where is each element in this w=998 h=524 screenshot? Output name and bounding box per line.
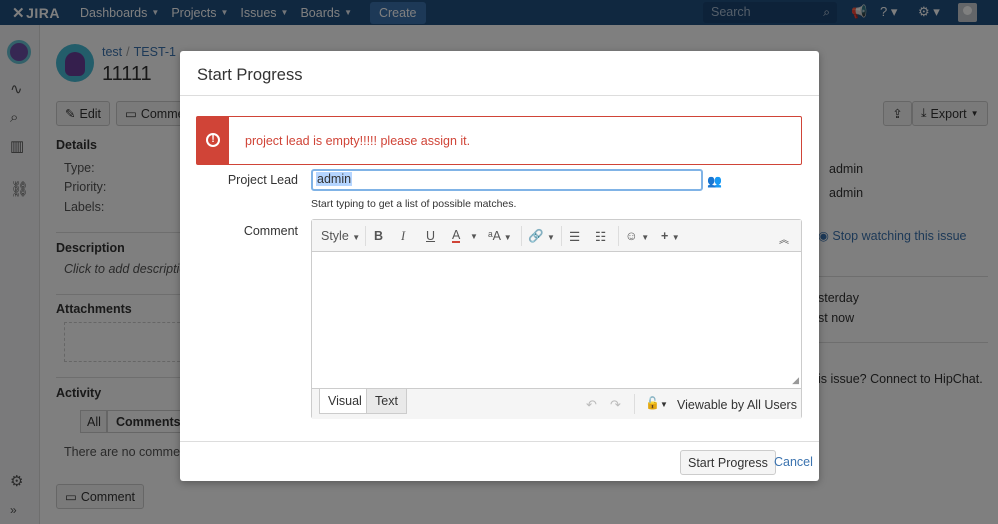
dialog-header: Start Progress (180, 51, 819, 96)
comment-textarea[interactable]: ◢ (312, 253, 801, 388)
chevron-down-icon: ▼ (352, 233, 361, 242)
project-lead-input[interactable]: admin (311, 169, 703, 191)
text-format-icon[interactable]: ᵃA ▼ (488, 229, 512, 243)
text-color-button[interactable]: A (452, 229, 461, 243)
undo-icon[interactable]: ↶ (586, 397, 597, 413)
start-progress-button[interactable]: Start Progress (680, 450, 776, 475)
numbered-list-icon[interactable]: ☷ (595, 229, 606, 244)
project-lead-hint: Start typing to get a list of possible m… (311, 198, 517, 210)
redo-icon[interactable]: ↷ (610, 397, 621, 413)
insert-more-icon[interactable]: + ▼ (661, 229, 680, 243)
unlock-icon[interactable]: 🔓▼ (645, 396, 668, 410)
visibility-label: Viewable by All Users (677, 398, 797, 412)
start-progress-dialog: Start Progress ! project lead is empty!!… (180, 51, 819, 481)
bullet-list-icon[interactable]: ☰ (569, 229, 580, 244)
error-message-box: ! project lead is empty!!!!! please assi… (196, 116, 802, 165)
comment-editor: Style ▼ B I U A ▼ ᵃA ▼ 🔗 ▼ ☰ ☷ ☺ ▼ + ▼ ︽… (311, 219, 802, 419)
collapse-toolbar-icon[interactable]: ︽ (779, 231, 789, 246)
project-lead-label: Project Lead (227, 173, 298, 187)
bold-button[interactable]: B (374, 229, 383, 243)
editor-toolbar: Style ▼ B I U A ▼ ᵃA ▼ 🔗 ▼ ☰ ☷ ☺ ▼ + ▼ ︽ (312, 220, 801, 252)
resize-grip-icon[interactable]: ◢ (792, 375, 799, 386)
italic-button[interactable]: I (401, 229, 405, 244)
error-message: project lead is empty!!!!! please assign… (245, 134, 471, 148)
tab-text[interactable]: Text (366, 389, 407, 414)
chevron-down-icon[interactable]: ▼ (470, 232, 478, 241)
comment-label: Comment (243, 224, 298, 238)
underline-button[interactable]: U (426, 229, 435, 243)
tab-visual[interactable]: Visual (319, 389, 371, 414)
error-icon: ! (206, 133, 220, 147)
style-dropdown[interactable]: Style ▼ (321, 229, 360, 243)
emoticon-icon[interactable]: ☺ ▼ (625, 229, 649, 243)
editor-footer: Visual Text ↶ ↷ 🔓▼ Viewable by All Users (312, 388, 801, 419)
user-picker-icon[interactable]: 👥 (707, 174, 722, 188)
cancel-link[interactable]: Cancel (774, 455, 813, 469)
link-button-icon[interactable]: 🔗 ▼ (528, 229, 555, 244)
dialog-title: Start Progress (197, 66, 303, 84)
dialog-footer: Start Progress Cancel (180, 441, 819, 481)
